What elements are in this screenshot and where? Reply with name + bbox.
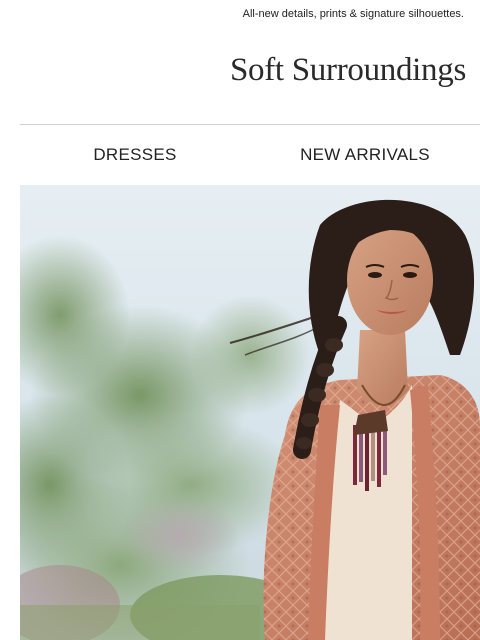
nav-item-dresses[interactable]: DRESSES bbox=[20, 140, 250, 170]
preheader-text: All-new details, prints & signature silh… bbox=[242, 8, 464, 20]
main-nav: DRESSES NEW ARRIVALS bbox=[20, 140, 480, 170]
hero-image[interactable] bbox=[20, 185, 480, 640]
brand-logo[interactable]: Soft Surroundings bbox=[230, 52, 466, 89]
header-divider bbox=[20, 124, 480, 125]
nav-item-new-arrivals[interactable]: NEW ARRIVALS bbox=[250, 140, 480, 170]
hero-photo-illustration bbox=[20, 185, 480, 640]
